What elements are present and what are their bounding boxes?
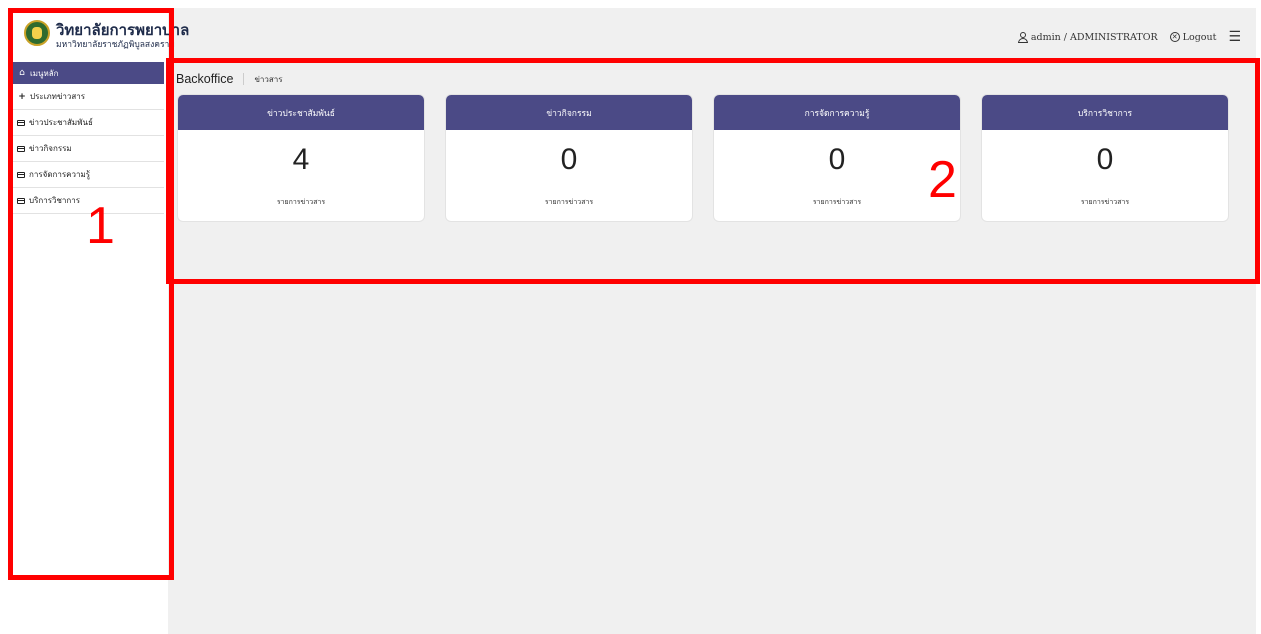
- annotation-box-content: [166, 58, 1260, 284]
- close-circle-icon: ✕: [1169, 32, 1180, 42]
- user-label: admin / ADMINISTRATOR: [1030, 31, 1158, 43]
- user-menu[interactable]: admin / ADMINISTRATOR: [1017, 31, 1158, 43]
- logout-button[interactable]: ✕ Logout: [1169, 31, 1217, 43]
- user-icon: [1017, 31, 1028, 43]
- annotation-box-sidebar: [8, 8, 174, 580]
- topbar-right: admin / ADMINISTRATOR ✕ Logout ☰: [1006, 29, 1241, 45]
- annotation-label-2: 2: [928, 151, 957, 209]
- annotation-label-1: 1: [86, 197, 115, 255]
- hamburger-menu-icon[interactable]: ☰: [1228, 29, 1241, 45]
- logout-label: Logout: [1182, 31, 1217, 43]
